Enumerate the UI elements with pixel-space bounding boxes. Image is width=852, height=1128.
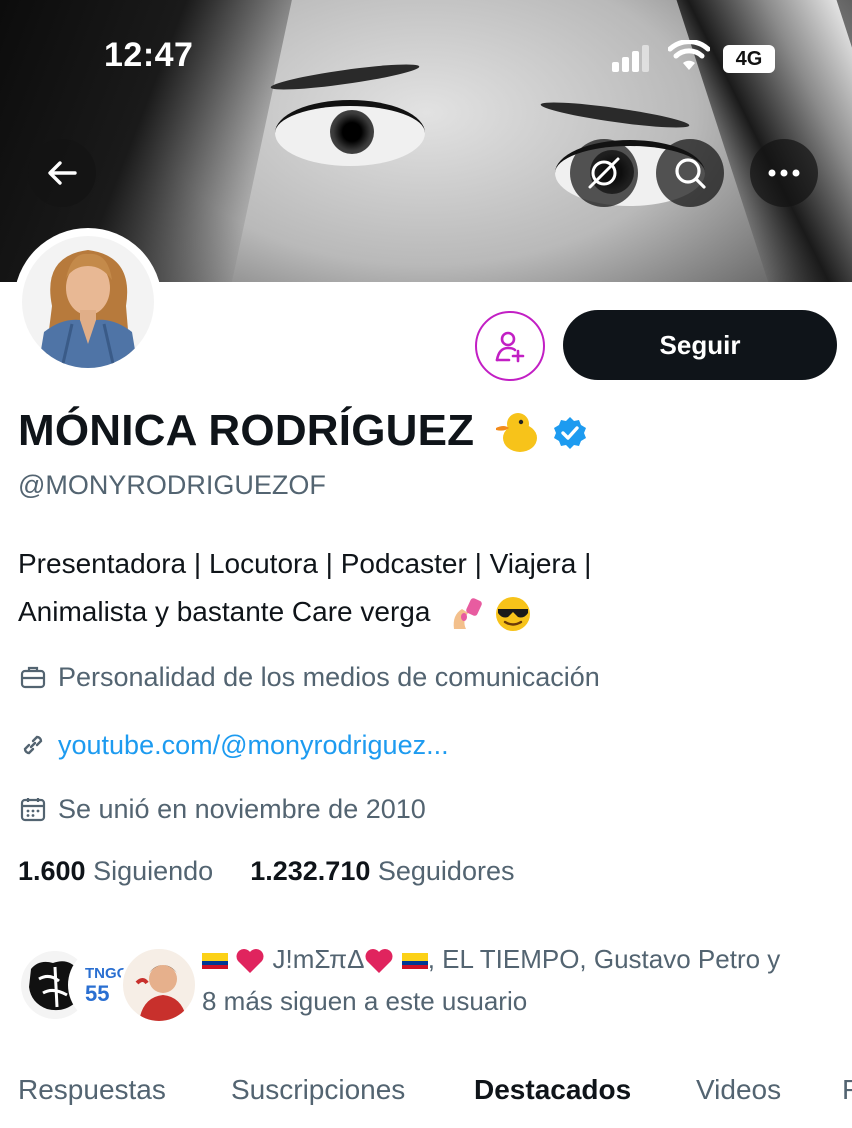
link-icon (18, 730, 48, 760)
display-name: MÓNICA RODRÍGUEZ (18, 406, 475, 455)
back-button[interactable] (28, 139, 96, 207)
calendar-icon (18, 794, 48, 824)
followed-by-others: , EL TIEMPO, Gustavo Petro y (427, 944, 781, 974)
followed-by-line-2: 8 más siguen a este usuario (202, 986, 528, 1016)
profile-category-row: Personalidad de los medios de comunicaci… (18, 657, 600, 697)
verified-badge-icon[interactable] (553, 416, 587, 450)
tab-videos[interactable]: Videos (696, 1074, 781, 1106)
network-type-badge: 4G (723, 45, 775, 73)
sunglasses-emoji-icon (496, 596, 530, 631)
profile-website-row[interactable]: youtube.com/@monyrodriguez... (18, 725, 449, 765)
bio-line-1: Presentadora | Locutora | Podcaster | Vi… (18, 548, 592, 579)
search-icon (675, 158, 706, 189)
banner-iris-left (330, 110, 374, 154)
bio-line-2-wrap: Animalista y bastante Care verga (18, 588, 838, 636)
cellular-signal-icon (612, 44, 656, 72)
followed-by-line-1: J!mΣπΔ , EL TIEMPO, Gustavo Petro y (202, 938, 832, 980)
wifi-icon (668, 40, 710, 70)
following-link[interactable]: 1.600 Siguiendo (18, 856, 213, 886)
more-options-button[interactable] (750, 139, 818, 207)
follower-avatar-3 (120, 946, 198, 1024)
profile-website-link[interactable]: youtube.com/@monyrodriguez... (58, 730, 449, 761)
briefcase-icon (18, 662, 48, 692)
profile-bio: Presentadora | Locutora | Podcaster | Vi… (18, 540, 838, 636)
duck-emoji-icon (496, 413, 537, 452)
profile-joined-date: Se unió en noviembre de 2010 (58, 793, 426, 824)
followed-by-first-name: J!mΣπΔ (272, 944, 365, 974)
follower-avatar-2-number: 55 (85, 981, 110, 1006)
colombia-flag-icon (202, 953, 228, 970)
followers-count: 1.232.710 (250, 856, 371, 886)
banner-eyebrow-right (539, 97, 691, 133)
profile-category: Personalidad de los medios de comunicaci… (58, 661, 600, 692)
mute-button[interactable] (570, 139, 638, 207)
subscribe-button[interactable] (475, 311, 545, 381)
status-time: 12:47 (104, 36, 194, 74)
tab-suscripciones[interactable]: Suscripciones (231, 1074, 405, 1106)
mute-icon (588, 157, 620, 189)
search-button[interactable] (656, 139, 724, 207)
person-add-icon (495, 331, 525, 363)
followed-by-text[interactable]: J!mΣπΔ , EL TIEMPO, Gustavo Petro y 8 má… (202, 938, 832, 1022)
profile-joined-row: Se unió en noviembre de 2010 (18, 789, 426, 829)
follow-counts: 1.600 Siguiendo 1.232.710 Seguidores (18, 856, 514, 887)
tab-destacados[interactable]: Destacados (474, 1074, 631, 1106)
red-heart-icon (236, 949, 264, 974)
banner-eyebrow-left (269, 59, 421, 95)
followed-by-avatars[interactable]: TNGO 55 (16, 946, 198, 1024)
tab-respuestas[interactable]: Respuestas (18, 1074, 166, 1106)
avatar-photo (22, 236, 154, 368)
following-count: 1.600 (18, 856, 86, 886)
profile-tabs: Respuestas Suscripciones Destacados Vide… (0, 1064, 852, 1128)
tab-partial[interactable]: F (842, 1074, 852, 1106)
followers-label: Seguidores (377, 856, 515, 886)
more-icon (768, 169, 800, 177)
following-label: Siguiendo (93, 856, 214, 886)
back-arrow-icon (48, 161, 77, 185)
profile-avatar[interactable] (14, 228, 162, 376)
followers-link[interactable]: 1.232.710 Seguidores (250, 856, 514, 886)
bio-line-2: Animalista y bastante Care verga (18, 596, 431, 627)
user-handle: @MONYRODRIGUEZOF (18, 470, 326, 500)
red-heart-icon (365, 949, 393, 974)
follow-button[interactable]: Seguir (563, 310, 837, 380)
colombia-flag-icon (401, 953, 428, 970)
nail-polish-emoji-icon (453, 597, 483, 629)
